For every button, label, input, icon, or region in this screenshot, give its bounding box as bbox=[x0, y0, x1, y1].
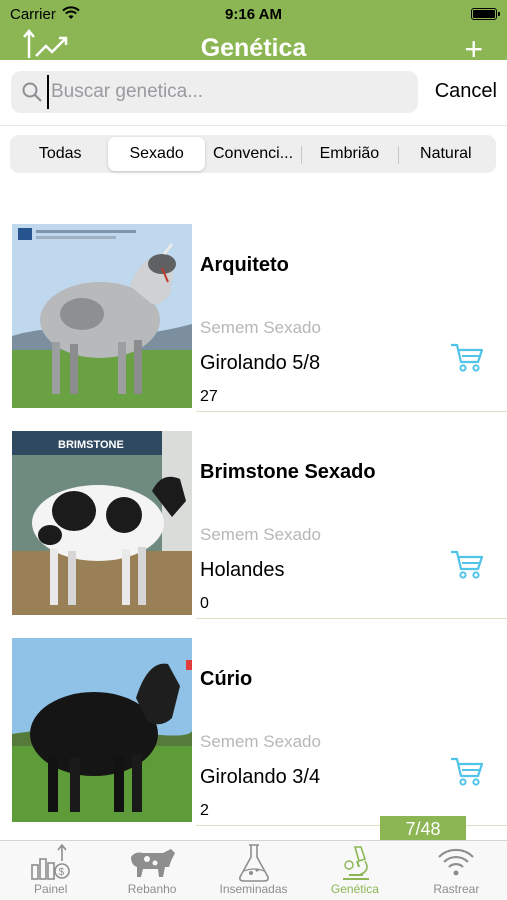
svg-text:$: $ bbox=[58, 867, 64, 878]
row-divider bbox=[196, 411, 507, 412]
tab-label: Genética bbox=[330, 882, 379, 896]
cart-icon[interactable] bbox=[450, 549, 484, 579]
tab-label: Rastrear bbox=[433, 882, 480, 896]
item-breed: Girolando 3/4 bbox=[200, 766, 321, 788]
item-count: 27 bbox=[200, 388, 218, 405]
segment-sexado[interactable]: Sexado bbox=[108, 137, 205, 171]
wifi-signal-icon bbox=[438, 848, 475, 876]
status-bar: Carrier 9:16 AM bbox=[0, 4, 507, 26]
list-item[interactable]: Cúrio Semem Sexado Girolando 3/4 2 bbox=[0, 634, 507, 830]
tab-bar: $ Painel Rebanho Inseminadas Genética Ra… bbox=[0, 840, 507, 900]
search-field[interactable] bbox=[11, 71, 418, 113]
flask-icon bbox=[238, 844, 269, 882]
item-count: 2 bbox=[200, 802, 209, 819]
cancel-button[interactable]: Cancel bbox=[435, 80, 497, 103]
list-item[interactable]: Arquiteto Semem Sexado Girolando 5/8 27 bbox=[0, 220, 507, 416]
clock-label: 9:16 AM bbox=[225, 6, 282, 23]
cart-icon[interactable] bbox=[450, 342, 484, 372]
bull-photo bbox=[12, 638, 192, 822]
item-breed: Holandes bbox=[200, 559, 285, 581]
tab-painel[interactable]: $ Painel bbox=[0, 841, 101, 900]
tab-genetica[interactable]: Genética bbox=[304, 841, 405, 900]
search-icon bbox=[22, 82, 42, 102]
segment-natural[interactable]: Natural bbox=[397, 137, 494, 171]
tab-rastrear[interactable]: Rastrear bbox=[406, 841, 507, 900]
cow-icon bbox=[131, 849, 176, 877]
item-count: 0 bbox=[200, 595, 209, 612]
page-indicator: 7/48 bbox=[380, 816, 466, 842]
tab-label: Rebanho bbox=[127, 882, 177, 896]
navigation-header: Carrier 9:16 AM Genética + bbox=[0, 0, 507, 65]
photo-caption: BRIMSTONE bbox=[58, 439, 124, 451]
filter-segmented-control: Todas Sexado Convenci... Embrião Natural bbox=[10, 135, 496, 173]
cart-icon[interactable] bbox=[450, 756, 484, 786]
search-bar: Cancel bbox=[0, 60, 507, 126]
tab-label: Inseminadas bbox=[219, 882, 288, 896]
battery-icon bbox=[471, 8, 500, 20]
item-type: Semem Sexado bbox=[200, 732, 321, 751]
item-type: Semem Sexado bbox=[200, 318, 321, 337]
row-divider bbox=[196, 618, 507, 619]
search-input[interactable] bbox=[47, 75, 407, 109]
tab-rebanho[interactable]: Rebanho bbox=[101, 841, 202, 900]
item-name: Cúrio bbox=[200, 668, 253, 690]
segment-convencional[interactable]: Convenci... bbox=[205, 137, 301, 171]
segment-embriao[interactable]: Embrião bbox=[301, 137, 397, 171]
item-type: Semem Sexado bbox=[200, 525, 321, 544]
page-title: Genética bbox=[200, 34, 307, 62]
item-name: Arquiteto bbox=[200, 254, 289, 276]
item-breed: Girolando 5/8 bbox=[200, 352, 321, 374]
microscope-icon bbox=[342, 846, 369, 880]
list-item[interactable]: BRIMSTONE Brimstone Sexado Semem Sexado … bbox=[0, 427, 507, 623]
tab-label: Painel bbox=[34, 882, 68, 896]
item-name: Brimstone Sexado bbox=[200, 461, 376, 483]
bull-photo bbox=[12, 224, 192, 408]
chart-dollar-icon: $ bbox=[30, 843, 70, 880]
segment-todas[interactable]: Todas bbox=[12, 137, 108, 171]
tab-inseminadas[interactable]: Inseminadas bbox=[203, 841, 304, 900]
bull-photo: BRIMSTONE bbox=[12, 431, 192, 615]
